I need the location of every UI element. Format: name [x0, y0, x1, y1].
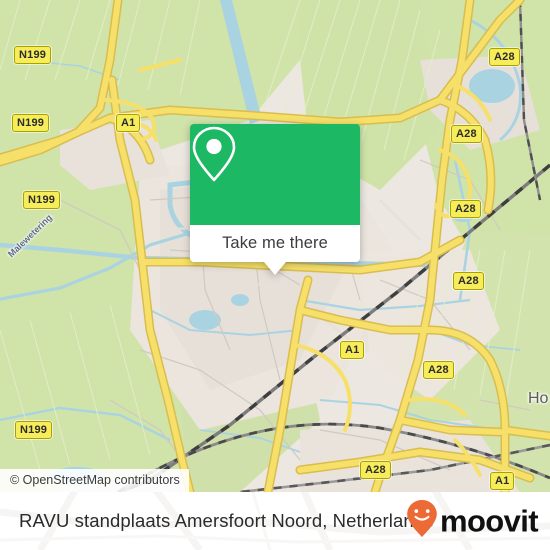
popup-footer[interactable]: Take me there — [190, 225, 360, 262]
osm-attribution[interactable]: © OpenStreetMap contributors — [0, 469, 189, 492]
popup-header — [190, 124, 360, 225]
road-shield[interactable]: N199 — [23, 191, 61, 209]
moovit-wordmark: moovit — [439, 503, 539, 539]
popup-pointer-triangle — [264, 262, 286, 275]
road-shield[interactable]: A28 — [450, 200, 481, 218]
road-shield[interactable]: A28 — [489, 48, 520, 66]
moovit-brand-logo[interactable]: moovit — [405, 499, 539, 544]
road-shield[interactable]: N199 — [12, 114, 50, 132]
road-shield[interactable]: N199 — [14, 46, 52, 64]
page-title: RAVU standplaats Amersfoort Noord, Nethe… — [19, 510, 434, 531]
moovit-smiley-pin-icon — [405, 499, 439, 544]
road-shield[interactable]: A1 — [340, 341, 365, 359]
map-screenshot: N199 N199 A1 A28 N199 A28 A28 A28 A1 A28… — [0, 0, 550, 550]
road-shield[interactable]: A28 — [423, 361, 454, 379]
road-shield[interactable]: N199 — [15, 421, 53, 439]
take-me-there-label: Take me there — [222, 234, 328, 252]
road-shield[interactable]: A28 — [360, 461, 391, 479]
road-shield[interactable]: A28 — [453, 272, 484, 290]
location-popup-card[interactable]: Take me there — [190, 124, 360, 275]
bottom-info-bar: RAVU standplaats Amersfoort Noord, Nethe… — [0, 492, 550, 550]
place-label: Ho — [528, 390, 549, 407]
road-shield[interactable]: A28 — [451, 125, 482, 143]
road-shield[interactable]: A1 — [116, 114, 141, 132]
road-shield[interactable]: A1 — [490, 472, 515, 490]
map-canvas[interactable]: N199 N199 A1 A28 N199 A28 A28 A28 A1 A28… — [0, 0, 550, 492]
